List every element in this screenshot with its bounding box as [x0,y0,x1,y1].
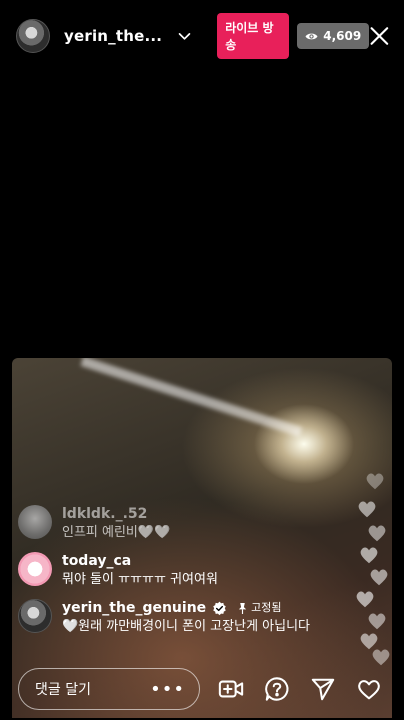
heart-icon [370,569,388,586]
comment-text: 🤍원래 까만배경이니 폰이 고장난게 아닙니다 [62,619,310,634]
commenter-username[interactable]: today_ca [62,552,218,570]
close-icon[interactable] [369,25,390,47]
commenter-avatar[interactable] [18,505,52,539]
question-icon[interactable] [264,676,290,702]
comment-list: ldkldk._.52 인프피 예린비🤍🤍 today_ca 뭐야 둘이 ㅠㅠㅠ… [18,505,338,646]
commenter-avatar[interactable] [18,599,52,633]
heart-icon [366,473,384,490]
viewer-count: 4,609 [323,29,362,43]
verified-icon [213,601,226,615]
comment-item[interactable]: today_ca 뭐야 둘이 ㅠㅠㅠㅠ 귀여여워 [18,552,338,589]
comment-input[interactable]: 댓글 달기 ••• [18,668,200,710]
send-icon[interactable] [310,676,336,702]
pin-icon [238,602,247,614]
light-streak [80,358,303,437]
viewer-count-badge[interactable]: 4,609 [297,23,370,49]
heart-icon [356,591,374,608]
live-header: yerin_the... 라이브 방송 4,609 [16,13,390,59]
commenter-username-row: yerin_the_genuine 고정됨 [62,599,310,617]
more-options-button[interactable]: ••• [150,679,185,700]
host-username[interactable]: yerin_the... [64,27,162,45]
host-avatar[interactable] [16,19,50,53]
commenter-username[interactable]: ldkldk._.52 [62,505,170,523]
heart-icon [372,649,390,666]
floating-hearts [354,470,394,670]
add-video-icon[interactable] [218,676,244,702]
eye-icon [305,33,318,39]
commenter-avatar[interactable] [18,552,52,586]
pinned-label: 고정됨 [251,601,282,614]
bottom-bar: 댓글 달기 ••• [18,668,390,710]
heart-icon[interactable] [356,676,382,702]
comment-item[interactable]: ldkldk._.52 인프피 예린비🤍🤍 [18,505,338,542]
heart-icon [368,613,386,630]
heart-icon [360,547,378,564]
chevron-down-icon[interactable] [176,27,193,45]
comment-text: 인프피 예린비🤍🤍 [62,525,171,540]
live-badge: 라이브 방송 [217,13,290,59]
pinned-indicator: 고정됨 [237,599,282,617]
pinned-comment-item[interactable]: yerin_the_genuine 고정됨 🤍원래 까만배경이니 폰이 고장난게… [18,599,338,636]
comment-placeholder: 댓글 달기 [35,682,91,698]
heart-icon [368,525,386,542]
comment-text: 뭐야 둘이 ㅠㅠㅠㅠ 귀여여워 [62,572,218,587]
commenter-username[interactable]: yerin_the_genuine [62,599,206,617]
heart-icon [358,501,376,518]
